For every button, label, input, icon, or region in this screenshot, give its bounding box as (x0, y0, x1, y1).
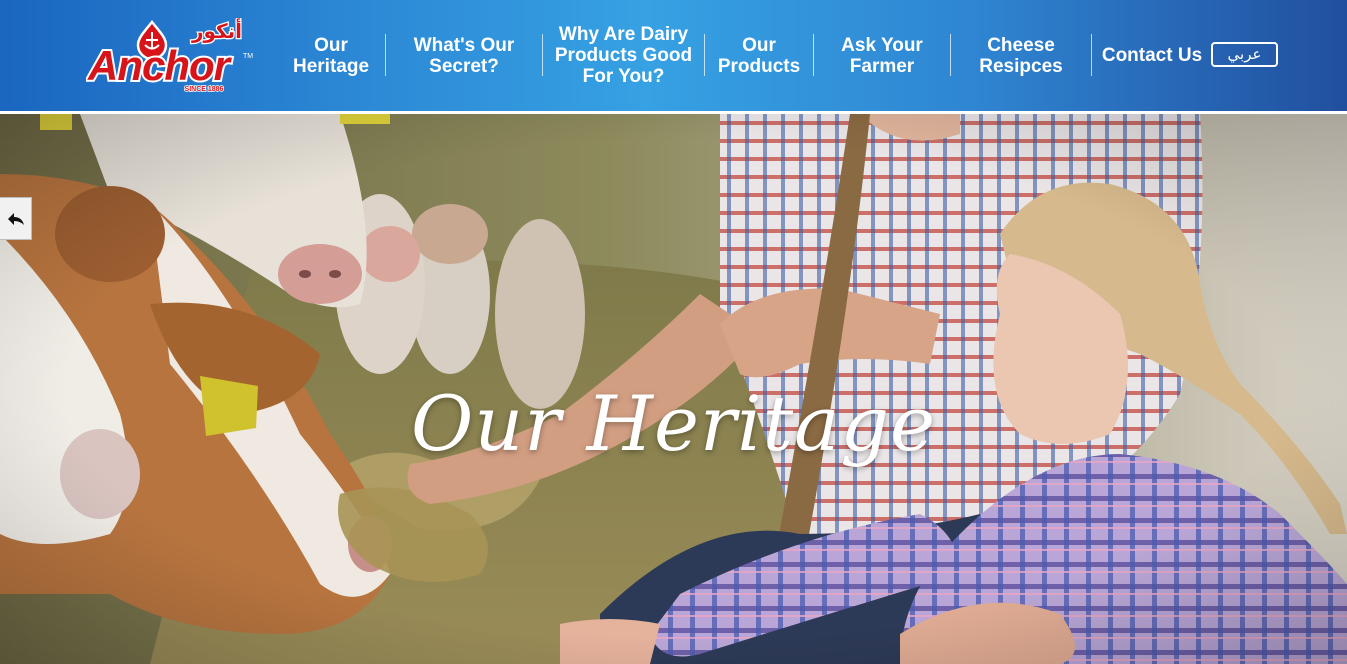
nav-label: Ask Your Farmer (841, 34, 923, 77)
nav-divider (813, 34, 814, 76)
hero-title: Our Heritage (410, 379, 937, 468)
logo-arabic-text: أنكور (191, 18, 242, 43)
nav-ask-your-farmer[interactable]: Ask Your Farmer (823, 0, 941, 111)
nav-label: Our Products (717, 34, 801, 77)
nav-label: Cheese Resipces (979, 34, 1063, 77)
logo-wordmark: Anchor (87, 42, 233, 89)
language-toggle-button[interactable]: عربي (1211, 42, 1278, 67)
hero-banner: Our Heritage (0, 114, 1347, 664)
nav-our-heritage[interactable]: Our Heritage (287, 0, 375, 111)
nav-cheese-recipes[interactable]: Cheese Resipces (960, 0, 1082, 111)
nav-our-products[interactable]: Our Products (712, 0, 806, 111)
nav-label: Our Heritage (292, 34, 370, 77)
reply-arrow-icon (7, 212, 24, 225)
logo-trademark: TM (243, 53, 253, 60)
logo-since-text: SINCE 1886 (185, 86, 224, 93)
site-header: أنكور Anchor TM SINCE 1886 Our Heritage … (0, 0, 1347, 111)
back-tab-button[interactable] (0, 197, 32, 240)
anchor-logo-graphic: أنكور Anchor TM SINCE 1886 (86, 18, 253, 94)
nav-whats-our-secret[interactable]: What's Our Secret? (396, 0, 532, 111)
nav-label: Why Are Dairy Products Good For You? (554, 24, 693, 87)
nav-divider (704, 34, 705, 76)
nav-divider (542, 34, 543, 76)
nav-divider (950, 34, 951, 76)
nav-why-dairy-good[interactable]: Why Are Dairy Products Good For You? (550, 0, 697, 111)
nav-label: Contact Us (1101, 45, 1203, 66)
nav-contact-us[interactable]: Contact Us (1099, 0, 1205, 111)
anchor-logo[interactable]: أنكور Anchor TM SINCE 1886 (86, 18, 254, 96)
nav-label: What's Our Secret? (413, 34, 515, 77)
nav-divider (385, 34, 386, 76)
nav-divider (1091, 34, 1092, 76)
